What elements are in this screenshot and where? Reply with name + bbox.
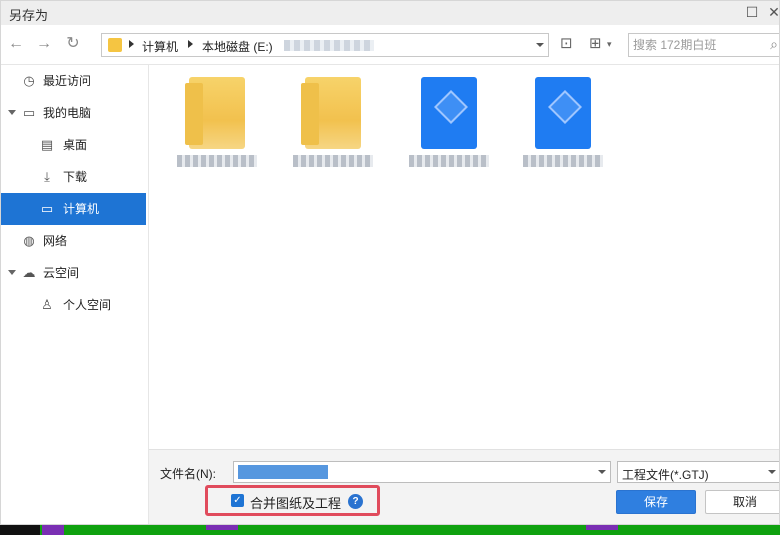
chevron-down-icon[interactable]	[8, 270, 16, 275]
breadcrumb-computer[interactable]: 计算机	[142, 38, 178, 55]
desktop-icon: ▤	[40, 137, 54, 152]
merge-label[interactable]: 合并图纸及工程	[250, 493, 341, 512]
sidebar-item-label: 桌面	[63, 138, 88, 152]
save-button[interactable]: 保存	[616, 490, 696, 514]
folder-icon	[185, 77, 245, 149]
chevron-down-icon[interactable]	[598, 470, 606, 474]
file-item[interactable]	[283, 77, 383, 181]
folder-icon	[301, 77, 361, 149]
sidebar-item-network[interactable]: ◍ 网络	[1, 225, 146, 257]
chevron-right-icon[interactable]	[188, 40, 193, 48]
refresh-button[interactable]: ↻	[64, 35, 82, 53]
path-bar[interactable]: 计算机 本地磁盘 (E:)	[101, 33, 549, 57]
filetype-value: 工程文件(*.GTJ)	[622, 468, 709, 482]
toolbar: ← → ↻ 计算机 本地磁盘 (E:) ⊡ ⊞ ▾ ⌕	[1, 25, 779, 65]
sidebar-item-label: 下载	[63, 170, 88, 184]
forward-button[interactable]: →	[35, 35, 53, 53]
chevron-right-icon[interactable]	[129, 40, 134, 48]
sidebar-item-label: 最近访问	[43, 74, 92, 88]
sidebar-item-computer[interactable]: ▭ 计算机	[1, 193, 146, 225]
back-button[interactable]: ←	[7, 35, 25, 53]
sidebar-item-label: 计算机	[63, 202, 100, 216]
filename-label: 文件名(N):	[160, 467, 216, 481]
search-icon[interactable]: ⌕	[770, 36, 778, 53]
sidebar-item-label: 云空间	[43, 266, 80, 280]
cloud-icon: ☁	[22, 265, 36, 280]
sidebar-item-label: 我的电脑	[43, 106, 92, 120]
chevron-down-icon[interactable]: ▾	[607, 35, 612, 53]
help-icon[interactable]: ?	[348, 494, 363, 509]
gtj-file-icon	[527, 77, 591, 149]
merge-checkbox[interactable]: ✓	[231, 494, 244, 507]
person-icon: ♙	[41, 297, 53, 312]
title-bar: 另存为 ☐ ✕	[1, 1, 779, 25]
file-name-obscured	[523, 155, 603, 167]
cancel-button[interactable]: 取消	[705, 490, 779, 514]
filetype-select[interactable]: 工程文件(*.GTJ)	[617, 461, 779, 483]
file-item[interactable]	[399, 77, 499, 181]
file-item[interactable]	[513, 77, 613, 181]
dialog-title: 另存为	[9, 8, 49, 23]
file-name-obscured	[177, 155, 257, 167]
file-item[interactable]	[167, 77, 267, 181]
file-name-obscured	[293, 155, 373, 167]
sidebar-item-desktop[interactable]: ▤ 桌面	[1, 129, 146, 161]
breadcrumb-drive[interactable]: 本地磁盘 (E:)	[202, 38, 273, 55]
search-input[interactable]	[633, 35, 743, 55]
file-name-obscured	[409, 155, 489, 167]
clock-icon: ◷	[23, 73, 35, 88]
maximize-button[interactable]: ☐	[743, 3, 761, 21]
folder-icon	[108, 38, 122, 52]
save-options-panel: 文件名(N): 工程文件(*.GTJ) ✓ 合并图纸及工程 ? 保存 取消	[149, 449, 779, 524]
chevron-down-icon[interactable]	[768, 470, 776, 474]
sidebar-item-my-computer[interactable]: ▭ 我的电脑	[1, 97, 146, 129]
sidebar: ◷ 最近访问 ▭ 我的电脑 ▤ 桌面 ⤓ 下载 ▭ 计算机 ◍ 网络 ☁ 云空间	[1, 65, 149, 524]
background-app-strip	[0, 525, 780, 535]
file-list[interactable]	[149, 65, 779, 449]
search-box[interactable]: ⌕	[628, 33, 779, 57]
merge-option-highlight: ✓ 合并图纸及工程 ?	[205, 485, 380, 516]
close-button[interactable]: ✕	[765, 3, 779, 21]
sidebar-item-personal-space[interactable]: ♙ 个人空间	[1, 289, 146, 321]
save-as-dialog: 另存为 ☐ ✕ ← → ↻ 计算机 本地磁盘 (E:) ⊡ ⊞ ▾ ⌕ ◷ 最近…	[0, 0, 780, 525]
filename-selection-obscured	[238, 465, 328, 479]
sidebar-item-recent[interactable]: ◷ 最近访问	[1, 65, 146, 97]
sidebar-item-label: 网络	[43, 234, 68, 248]
filename-input[interactable]	[233, 461, 611, 483]
monitor-icon: ▭	[22, 105, 36, 120]
new-folder-icon[interactable]: ⊡	[560, 35, 573, 53]
globe-icon: ◍	[23, 233, 35, 248]
download-icon: ⤓	[44, 169, 50, 184]
breadcrumb-folder-obscured[interactable]	[284, 40, 374, 51]
gtj-file-icon	[413, 77, 477, 149]
sidebar-item-label: 个人空间	[63, 298, 112, 312]
sidebar-item-downloads[interactable]: ⤓ 下载	[1, 161, 146, 193]
computer-icon: ▭	[40, 201, 54, 216]
sidebar-item-cloud[interactable]: ☁ 云空间	[1, 257, 146, 289]
chevron-down-icon[interactable]	[8, 110, 16, 115]
view-grid-icon[interactable]: ⊞	[589, 35, 602, 53]
chevron-down-icon[interactable]	[536, 43, 544, 47]
